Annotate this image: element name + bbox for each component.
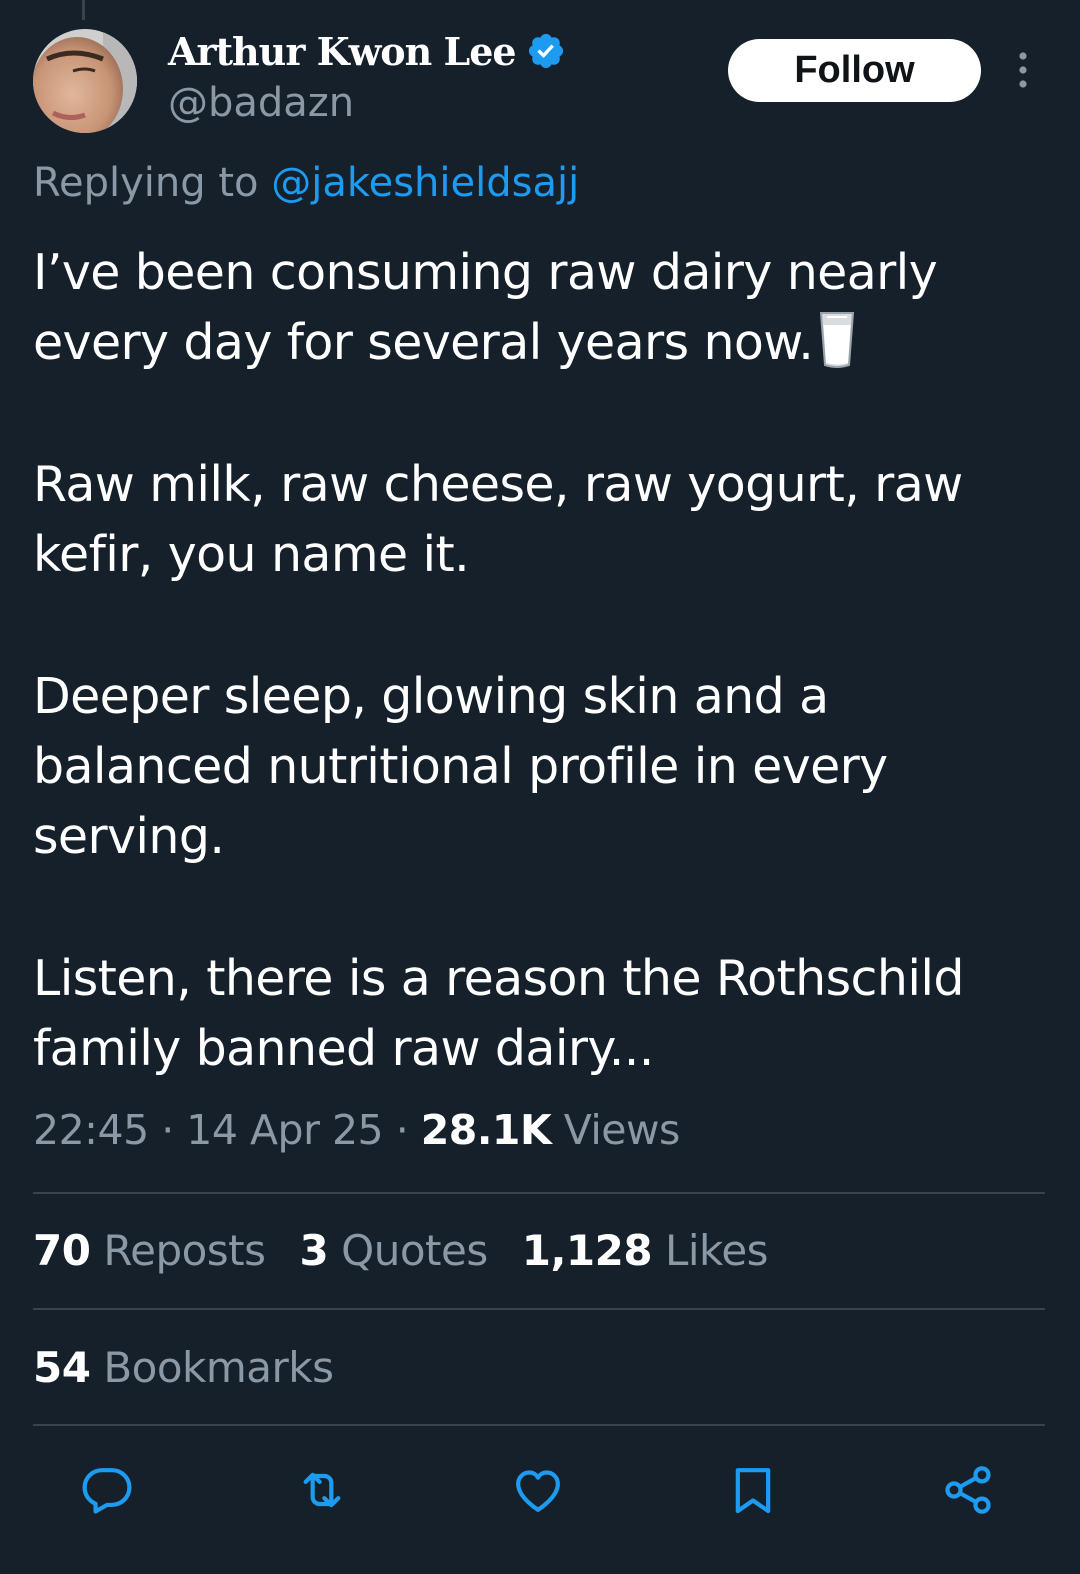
views-count[interactable]: 28.1K xyxy=(421,1106,552,1154)
divider xyxy=(33,1192,1045,1194)
display-name[interactable]: Arthur Kwon Lee xyxy=(168,29,517,74)
divider xyxy=(33,1308,1045,1310)
likes-label: Likes xyxy=(664,1226,769,1275)
bookmark-button[interactable] xyxy=(723,1458,783,1522)
bookmark-icon xyxy=(735,1468,771,1514)
tweet-paragraph: Deeper sleep, glowing skin and a balance… xyxy=(33,668,888,865)
author-name-row[interactable]: Arthur Kwon Lee xyxy=(168,26,566,76)
tweet-date[interactable]: 14 Apr 25 xyxy=(186,1106,383,1154)
quotes-stat[interactable]: 3 Quotes xyxy=(299,1226,489,1275)
quotes-count: 3 xyxy=(299,1226,329,1275)
share-button[interactable] xyxy=(938,1458,998,1522)
tweet-meta: 22:45 · 14 Apr 25 · 28.1K Views xyxy=(33,1106,680,1154)
tweet-paragraph: I’ve been consuming raw dairy nearly eve… xyxy=(33,238,1033,378)
share-icon xyxy=(945,1466,991,1514)
repost-icon xyxy=(303,1472,341,1508)
follow-button[interactable]: Follow xyxy=(728,39,981,102)
tweet-paragraph: Listen, there is a reason the Rothschild… xyxy=(33,950,964,1077)
tweet-text: I’ve been consuming raw dairy nearly eve… xyxy=(33,238,1033,1084)
repost-button[interactable] xyxy=(292,1458,352,1522)
tweet-time[interactable]: 22:45 xyxy=(33,1106,149,1154)
reposts-label: Reposts xyxy=(103,1226,266,1275)
tweet-paragraph-text: I’ve been consuming raw dairy nearly eve… xyxy=(33,244,938,371)
meta-separator: · xyxy=(395,1106,409,1154)
tweet-paragraph: Raw milk, raw cheese, raw yogurt, raw ke… xyxy=(33,456,963,583)
meta-separator: · xyxy=(161,1106,174,1154)
replying-to: Replying to @jakeshieldsajj xyxy=(33,160,579,206)
engagement-stats: 70 Reposts 3 Quotes 1,128 Likes xyxy=(33,1226,802,1275)
reposts-count: 70 xyxy=(33,1226,91,1275)
avatar[interactable] xyxy=(33,29,137,133)
reply-mention-link[interactable]: @jakeshieldsajj xyxy=(271,160,579,206)
author-handle[interactable]: @badazn xyxy=(168,80,354,126)
avatar-image xyxy=(33,29,137,133)
bookmarks-label: Bookmarks xyxy=(103,1343,334,1392)
reply-button[interactable] xyxy=(77,1458,137,1522)
like-icon xyxy=(516,1470,560,1512)
bookmarks-count: 54 xyxy=(33,1343,91,1392)
bookmarks-stat[interactable]: 54 Bookmarks xyxy=(33,1343,334,1392)
likes-stat[interactable]: 1,128 Likes xyxy=(521,1226,769,1275)
more-vertical-icon[interactable] xyxy=(1005,48,1041,92)
reposts-stat[interactable]: 70 Reposts xyxy=(33,1226,266,1275)
glass-of-milk-icon xyxy=(820,312,855,368)
like-button[interactable] xyxy=(508,1458,568,1522)
quotes-label: Quotes xyxy=(341,1226,488,1275)
likes-count: 1,128 xyxy=(521,1226,653,1275)
reply-icon xyxy=(82,1468,132,1514)
tweet-action-bar xyxy=(0,1458,1080,1522)
verified-badge-icon[interactable] xyxy=(526,31,566,71)
thread-connector-line xyxy=(82,0,85,20)
views-label[interactable]: Views xyxy=(564,1106,681,1154)
divider xyxy=(33,1424,1045,1426)
replying-to-label: Replying to xyxy=(33,160,259,206)
